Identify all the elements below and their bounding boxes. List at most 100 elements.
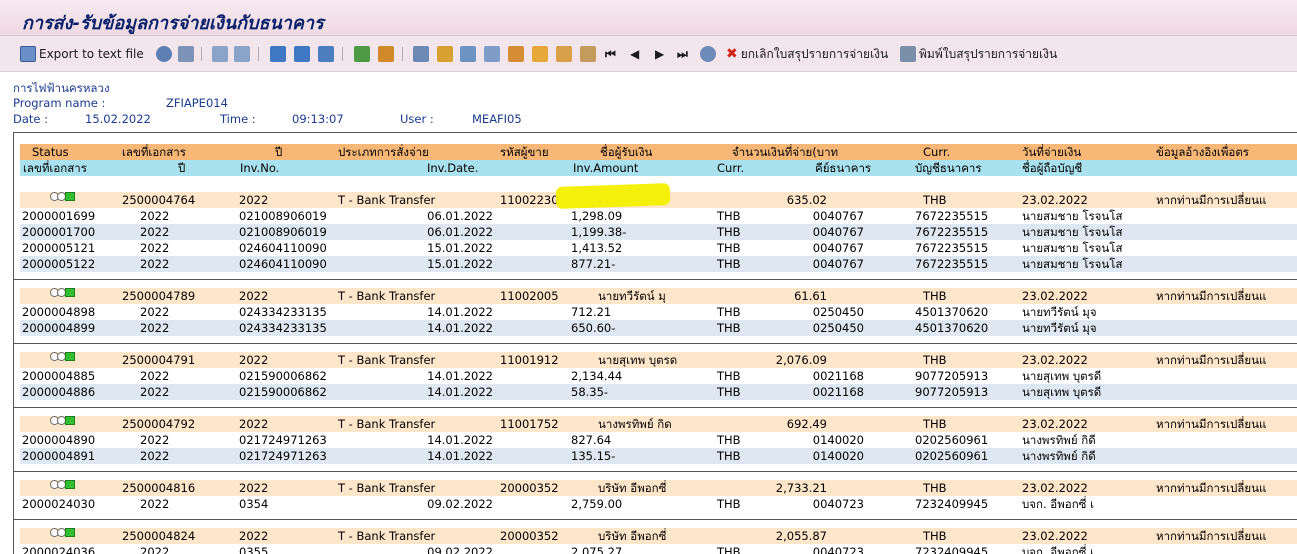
first-page-button[interactable]: ⏮	[605, 44, 616, 64]
payment-reference: หากท่านมีการเปลี่ยนแ	[1156, 481, 1267, 495]
payment-amount: 2,733.21	[775, 481, 827, 495]
invoice-date: 14.01.2022	[427, 305, 493, 319]
status-traffic-light-icon	[50, 528, 75, 544]
previous-page-icon: ◀	[630, 47, 640, 61]
invoice-row[interactable]: 2000004890 2022 021724971263 14.01.2022 827.…	[20, 432, 1297, 448]
layout-button[interactable]	[178, 44, 194, 64]
last-page-button[interactable]: ⏭	[677, 44, 688, 64]
account-holder: นายทวีรัตน์ มุจ	[1022, 305, 1097, 319]
previous-page-button[interactable]: ◀	[630, 44, 639, 64]
group-header-row[interactable]: 2500004824 2022 T - Bank Transfer 20000352 บ…	[20, 528, 1297, 544]
graphic-button[interactable]	[484, 44, 500, 64]
invoice-row[interactable]: 2000004886 2022 021590006862 14.01.2022 58.3…	[20, 384, 1297, 400]
bank-key: 0140020	[812, 449, 864, 463]
invoice-currency: THB	[717, 305, 741, 319]
next-page-button[interactable]: ▶	[655, 44, 664, 64]
detail2-button[interactable]	[234, 44, 250, 64]
group-header-row[interactable]: 2500004792 2022 T - Bank Transfer 11001752 น…	[20, 416, 1297, 432]
payee-name: นางพรทิพย์ กิด	[598, 417, 672, 431]
group-header-row[interactable]: 2500004816 2022 T - Bank Transfer 20000352 บ…	[20, 480, 1297, 496]
invoice-year: 2022	[140, 545, 170, 554]
bank-account: 0202560961	[915, 433, 989, 447]
invoice-currency: THB	[717, 241, 741, 255]
layout-change-button[interactable]	[508, 44, 524, 64]
group-divider	[14, 407, 1297, 408]
account-holder: นายสุเทพ บุตรดี	[1022, 385, 1102, 399]
payment-currency: THB	[923, 481, 947, 495]
filter-button[interactable]	[318, 44, 334, 64]
payment-currency: THB	[923, 353, 947, 367]
invoice-number: 024334233135	[239, 305, 327, 319]
group-header-row[interactable]: 2500004789 2022 T - Bank Transfer 11002005 น…	[20, 288, 1297, 304]
col-invoice-amount: Inv.Amount	[573, 161, 639, 175]
invoice-row[interactable]: 2000005122 2022 024604110090 15.01.2022 877.…	[20, 256, 1297, 272]
info-button[interactable]	[580, 44, 596, 64]
save-layout-button[interactable]	[556, 44, 572, 64]
filter-icon	[318, 46, 334, 62]
invoice-year: 2022	[140, 321, 170, 335]
bank-key: 0040767	[812, 241, 864, 255]
select-layout-button[interactable]	[532, 44, 548, 64]
invoice-row[interactable]: 2000001699 2022 021008906019 06.01.2022 1,29…	[20, 208, 1297, 224]
invoice-row[interactable]: 2000004899 2022 024334233135 14.01.2022 650.…	[20, 320, 1297, 336]
find-button[interactable]	[156, 44, 172, 64]
invoice-row[interactable]: 2000001700 2022 021008906019 06.01.2022 1,19…	[20, 224, 1297, 240]
invoice-row[interactable]: 2000004885 2022 021590006862 14.01.2022 2,13…	[20, 368, 1297, 384]
invoice-date: 14.01.2022	[427, 369, 493, 383]
payment-currency: THB	[923, 289, 947, 303]
print-summary-button[interactable]: พิมพ์ใบสรุปรายการจ่ายเงิน	[900, 44, 1057, 64]
invoice-date: 15.01.2022	[427, 257, 493, 271]
invoice-number: 0354	[239, 497, 269, 511]
group-header-row[interactable]: 2500004791 2022 T - Bank Transfer 11001912 น…	[20, 352, 1297, 368]
status-traffic-light-icon	[50, 352, 75, 368]
invoice-currency: THB	[717, 257, 741, 271]
sum-button[interactable]	[354, 44, 370, 64]
sort-descending-icon	[294, 46, 310, 62]
status-traffic-light-icon	[50, 192, 75, 208]
invoice-row[interactable]: 2000004891 2022 021724971263 14.01.2022 135.…	[20, 448, 1297, 464]
invoice-document: 2000004885	[22, 369, 96, 383]
program-value: ZFIAPE014	[166, 96, 228, 110]
invoice-currency: THB	[717, 497, 741, 511]
invoice-year: 2022	[140, 385, 170, 399]
search-button[interactable]	[700, 44, 716, 64]
col-reference: ข้อมูลอ้างอิงเพื่อตร	[1156, 145, 1249, 159]
invoice-row[interactable]: 2000024036 2022 0355 09.02.2022 2,075.27 THB 0…	[20, 544, 1297, 554]
payment-date: 23.02.2022	[1022, 193, 1088, 207]
user-value: MEAFI05	[472, 112, 522, 126]
invoice-year: 2022	[140, 225, 170, 239]
print-preview-button[interactable]	[413, 44, 429, 64]
export-file-button[interactable]	[460, 44, 476, 64]
payment-type: T - Bank Transfer	[338, 417, 436, 431]
bank-key: 0040767	[812, 209, 864, 223]
invoice-row[interactable]: 2000024030 2022 0354 09.02.2022 2,759.00 THB 0…	[20, 496, 1297, 512]
subtotal-button[interactable]	[378, 44, 394, 64]
payment-year: 2022	[239, 193, 269, 207]
bank-key: 0040767	[812, 257, 864, 271]
detail-button[interactable]	[212, 44, 228, 64]
layout-icon	[178, 46, 194, 62]
header-row-2[interactable]: เลขที่เอกสาร ปี Inv.No. Inv.Date. Inv.Amount…	[20, 160, 1297, 176]
vendor-code: 20000352	[500, 529, 559, 543]
payment-type: T - Bank Transfer	[338, 193, 436, 207]
cancel-summary-button[interactable]: ✖ ยกเลิกใบสรุปรายการจ่ายเงิน	[726, 44, 888, 64]
grid-save-icon	[556, 46, 572, 62]
first-page-icon: ⏮	[605, 46, 616, 61]
status-traffic-light-icon	[50, 416, 75, 432]
sort-descending-button[interactable]	[294, 44, 310, 64]
account-holder: บจก. อีพอกซี่ เ	[1022, 497, 1095, 511]
account-holder: นางพรทิพย์ กิดี	[1022, 433, 1096, 447]
invoice-row[interactable]: 2000005121 2022 024604110090 15.01.2022 1,41…	[20, 240, 1297, 256]
export-button[interactable]: Export to text file	[20, 44, 144, 64]
invoice-row[interactable]: 2000004898 2022 024334233135 14.01.2022 712.…	[20, 304, 1297, 320]
payment-date: 23.02.2022	[1022, 529, 1088, 543]
header-row-1[interactable]: Status เลขที่เอกสาร ปี ประเภทการสั่งจ่าย รหั…	[20, 144, 1297, 160]
invoice-number: 021724971263	[239, 433, 327, 447]
invoice-year: 2022	[140, 369, 170, 383]
account-holder: นายสมชาย โรจนโส	[1022, 225, 1123, 239]
sort-ascending-button[interactable]	[270, 44, 286, 64]
payment-type: T - Bank Transfer	[338, 529, 436, 543]
abc-button[interactable]	[437, 44, 453, 64]
invoice-number: 024604110090	[239, 241, 327, 255]
application-toolbar: Export to text file ⏮ ◀ ▶ ⏭ ✖ ยกเลิกใบสร…	[0, 36, 1297, 72]
